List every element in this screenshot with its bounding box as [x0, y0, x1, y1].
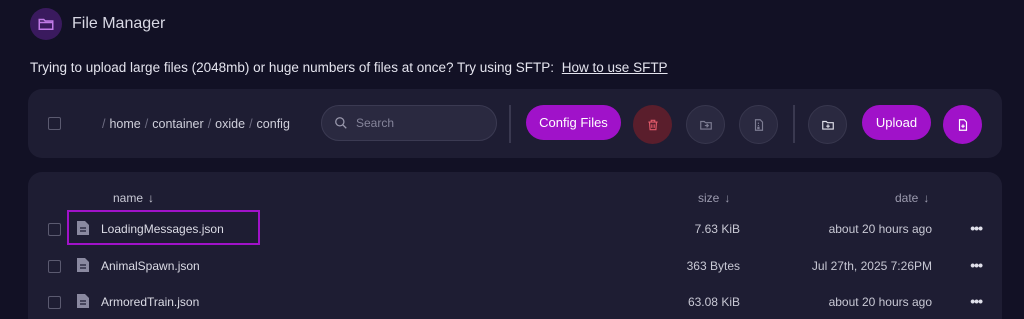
breadcrumb-container[interactable]: container	[152, 117, 203, 131]
move-button[interactable]	[686, 105, 725, 144]
more-options-icon[interactable]: •••	[970, 220, 983, 236]
file-icon	[77, 294, 89, 308]
sftp-notice: Trying to upload large files (2048mb) or…	[30, 60, 668, 75]
column-header-size[interactable]: size ↓	[698, 191, 730, 205]
trash-icon	[647, 119, 658, 130]
toolbar-divider	[509, 105, 511, 143]
breadcrumb-oxide[interactable]: oxide	[215, 117, 245, 131]
file-date: about 20 hours ago	[828, 295, 932, 309]
search-box[interactable]	[321, 105, 497, 141]
search-icon	[335, 117, 347, 129]
file-size: 363 Bytes	[686, 259, 740, 273]
file-name[interactable]: AnimalSpawn.json	[101, 259, 200, 273]
toolbar-divider-2	[793, 105, 795, 143]
file-date: Jul 27th, 2025 7:26PM	[811, 259, 932, 273]
folder-move-icon	[699, 120, 712, 130]
file-date: about 20 hours ago	[828, 222, 932, 236]
notice-text: Trying to upload large files (2048mb) or…	[30, 60, 555, 75]
toolbar: / home / container / oxide / config Conf…	[28, 89, 1002, 158]
sort-arrow-icon: ↓	[923, 191, 930, 205]
row-checkbox[interactable]	[48, 296, 61, 309]
file-plus-icon	[958, 118, 967, 131]
file-archive-icon	[754, 118, 763, 131]
folder-icon	[30, 8, 62, 40]
breadcrumb-home[interactable]: home	[109, 117, 140, 131]
select-all-checkbox[interactable]	[48, 117, 61, 130]
table-row[interactable]: LoadingMessages.json 7.63 KiB about 20 h…	[28, 211, 1002, 247]
folder-plus-icon	[821, 120, 834, 130]
new-folder-button[interactable]	[808, 105, 847, 144]
file-icon	[77, 221, 89, 235]
column-header-date[interactable]: date ↓	[895, 191, 929, 205]
breadcrumb-config[interactable]: config	[257, 117, 290, 131]
row-checkbox[interactable]	[48, 260, 61, 273]
file-name[interactable]: LoadingMessages.json	[101, 222, 224, 236]
column-header-name[interactable]: name ↓	[113, 191, 154, 205]
page-title: File Manager	[72, 15, 166, 32]
file-icon	[77, 258, 89, 272]
table-row[interactable]: ArmoredTrain.json 63.08 KiB about 20 hou…	[28, 284, 1002, 319]
row-checkbox[interactable]	[48, 223, 61, 236]
delete-button[interactable]	[633, 105, 672, 144]
upload-button[interactable]: Upload	[862, 105, 931, 140]
header: File Manager	[30, 6, 165, 42]
file-name[interactable]: ArmoredTrain.json	[101, 295, 199, 309]
search-input[interactable]	[356, 116, 476, 130]
more-options-icon[interactable]: •••	[970, 257, 983, 273]
breadcrumb: / home / container / oxide / config	[102, 117, 290, 131]
file-size: 7.63 KiB	[694, 222, 740, 236]
sftp-help-link[interactable]: How to use SFTP	[562, 60, 668, 75]
new-file-button[interactable]	[943, 105, 982, 144]
more-options-icon[interactable]: •••	[970, 293, 983, 309]
config-files-button[interactable]: Config Files	[526, 105, 621, 140]
file-size: 63.08 KiB	[687, 295, 740, 309]
archive-button[interactable]	[739, 105, 778, 144]
file-list: name ↓ size ↓ date ↓ LoadingMessages.jso…	[28, 172, 1002, 319]
sort-arrow-icon: ↓	[148, 191, 155, 205]
sort-arrow-icon: ↓	[724, 191, 731, 205]
table-row[interactable]: AnimalSpawn.json 363 Bytes Jul 27th, 202…	[28, 248, 1002, 284]
